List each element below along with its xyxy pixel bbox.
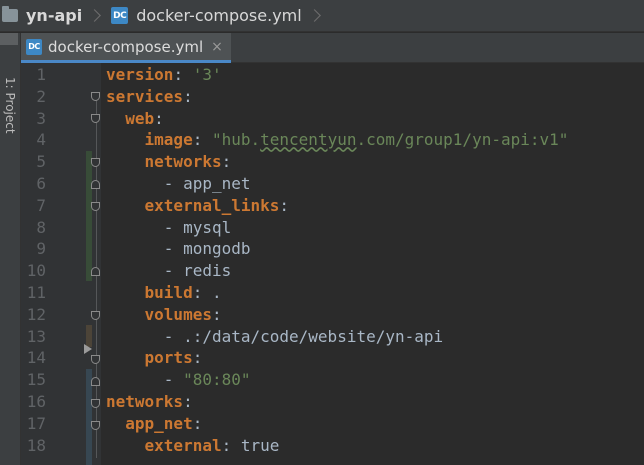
code-text: app_net: — [125, 413, 203, 433]
code-line[interactable]: 8 - mysql — [21, 217, 644, 239]
code-line[interactable]: 16 networks: — [21, 391, 644, 413]
line-number: 5 — [36, 152, 46, 172]
tab-label: docker-compose.yml — [48, 37, 204, 56]
yaml-string: "hub.tencentyun.com/group1/yn-api:v1" — [211, 130, 569, 150]
line-number: 13 — [26, 326, 46, 346]
code-line[interactable]: 1 version: '3' — [21, 64, 644, 86]
breadcrumb-file-label: docker-compose.yml — [136, 6, 302, 25]
yaml-key: volumes — [144, 304, 212, 324]
code-text: - mongodb — [106, 238, 251, 260]
line-number: 14 — [26, 348, 46, 368]
line-number: 6 — [36, 174, 46, 193]
code-text: networks: — [106, 392, 193, 411]
line-number: 3 — [36, 108, 46, 128]
code-line[interactable]: 10 - redis — [21, 260, 644, 282]
code-text: - mysql — [106, 217, 231, 239]
code-line[interactable]: 12 volumes: — [21, 304, 644, 326]
code-editor[interactable]: 1 version: '3' 2 services: 3 web: 4 image: "h… — [21, 63, 644, 465]
code-line[interactable]: 15 - "80:80" — [21, 369, 644, 391]
yaml-key: services — [106, 86, 184, 106]
code-line[interactable]: 2 services: — [21, 86, 644, 108]
yaml-key: ports — [144, 348, 193, 368]
yaml-key: external — [144, 435, 222, 455]
yaml-string: '3' — [192, 65, 222, 84]
tool-window-strip: 1: Project — [0, 33, 21, 465]
tab-docker-compose[interactable]: DC docker-compose.yml × — [21, 33, 231, 63]
yaml-key: version — [106, 65, 174, 84]
line-number: 9 — [36, 239, 46, 259]
code-line[interactable]: 18 external: true — [21, 435, 644, 457]
code-line[interactable]: 14 ports: — [21, 347, 644, 369]
line-number: 15 — [26, 370, 46, 390]
code-line[interactable]: 11 build: . — [21, 282, 644, 304]
yaml-value: - app_net — [163, 174, 251, 193]
docker-compose-icon: DC — [26, 38, 42, 55]
yaml-key: web — [125, 108, 155, 128]
line-number: 1 — [36, 65, 46, 84]
line-number: 17 — [26, 413, 46, 433]
yaml-value: - .:/data/code/website/yn-api — [163, 326, 444, 346]
yaml-value: true — [240, 435, 280, 455]
close-icon[interactable]: × — [211, 39, 223, 55]
docker-compose-icon: DC — [111, 7, 129, 24]
code-line[interactable]: 17 app_net: — [21, 413, 644, 435]
yaml-key: image — [144, 130, 193, 150]
line-number: 4 — [36, 130, 46, 150]
tool-strip-marker — [0, 33, 18, 45]
line-number: 2 — [36, 86, 46, 106]
code-line[interactable]: 5 networks: — [21, 151, 644, 173]
code-text: services: — [106, 86, 193, 106]
line-number: 12 — [26, 304, 46, 324]
code-text: networks: — [144, 152, 232, 172]
yaml-value: . — [211, 283, 222, 302]
line-number: 11 — [26, 283, 46, 302]
yaml-key: app_net — [125, 413, 193, 433]
code-text: volumes: — [144, 304, 222, 324]
line-number: 16 — [26, 392, 46, 411]
chevron-right-icon — [88, 9, 102, 22]
code-text: - app_net — [106, 173, 251, 195]
yaml-value: - mongodb — [163, 239, 251, 259]
code-text: - "80:80" — [163, 370, 251, 390]
editor-tab-bar: DC docker-compose.yml × — [21, 33, 644, 63]
code-text: version: '3' — [106, 65, 222, 84]
breadcrumb-project-label: yn-api — [26, 6, 83, 25]
yaml-value: - mysql — [163, 217, 232, 237]
yaml-key: build — [144, 283, 193, 302]
breadcrumb-file[interactable]: DC docker-compose.yml — [111, 6, 302, 25]
code-text: external: true — [144, 435, 280, 455]
code-text: image: "hub.tencentyun.com/group1/yn-api… — [144, 130, 569, 150]
project-tool-button[interactable]: 1: Project — [3, 77, 17, 134]
code-text: - redis — [106, 260, 231, 282]
line-number: 8 — [36, 217, 46, 237]
breadcrumb-project[interactable]: yn-api — [0, 6, 82, 25]
line-number: 10 — [26, 261, 46, 281]
code-text: build: . — [144, 283, 222, 302]
breadcrumb: yn-api DC docker-compose.yml — [0, 0, 644, 32]
code-text: web: — [125, 108, 164, 128]
code-line[interactable]: 6 - app_net — [21, 173, 644, 195]
yaml-string: "80:80" — [183, 370, 251, 390]
code-line[interactable]: 4 image: "hub.tencentyun.com/group1/yn-a… — [21, 129, 644, 151]
code-line[interactable]: 13 - .:/data/code/website/yn-api — [21, 326, 644, 348]
line-number: 7 — [36, 195, 46, 215]
folder-icon — [2, 6, 18, 22]
code-line[interactable]: 9 - mongodb — [21, 238, 644, 260]
code-line[interactable]: 7 external_links: — [21, 195, 644, 217]
yaml-key: external_links — [144, 195, 280, 215]
chevron-right-icon — [307, 9, 321, 22]
code-text: external_links: — [144, 195, 290, 215]
line-number: 18 — [26, 435, 46, 455]
yaml-key: networks — [106, 392, 184, 411]
yaml-value: - redis — [163, 261, 232, 281]
code-text: ports: — [144, 348, 203, 368]
spellcheck-underline: tencentyun — [260, 130, 357, 150]
code-line[interactable]: 3 web: — [21, 108, 644, 130]
code-text: - .:/data/code/website/yn-api — [106, 326, 443, 348]
yaml-key: networks — [144, 152, 222, 172]
